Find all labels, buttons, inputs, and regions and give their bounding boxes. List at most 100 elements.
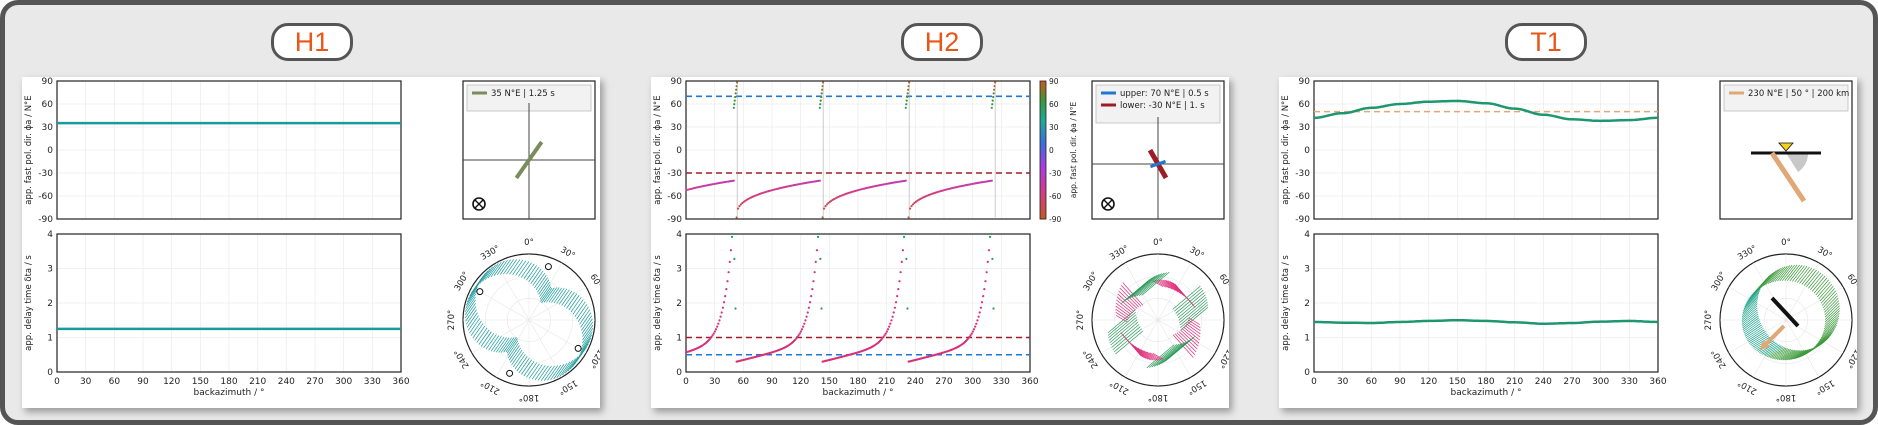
delay-time-point <box>990 232 993 236</box>
top-y-tick-label: 90 <box>42 77 54 87</box>
fast-direction-point <box>732 106 735 109</box>
delay-time-point <box>977 315 980 318</box>
fast-direction-point <box>992 92 995 95</box>
delay-time-point <box>816 235 820 238</box>
x-tick-label: 0 <box>54 377 60 387</box>
bottom-y-tick-label: 2 <box>47 299 53 309</box>
polar-tick-label: 240° <box>1710 347 1729 370</box>
polar-tick-label: 300° <box>453 270 472 293</box>
fast-direction-point <box>905 99 908 102</box>
x-tick-label: 60 <box>109 377 121 387</box>
delay-time-point <box>987 249 991 252</box>
fast-direction-point <box>821 85 824 88</box>
panel-title-h1: H1 <box>271 23 353 61</box>
bottom-y-tick-label: 1 <box>676 334 682 344</box>
delay-time-point <box>805 315 808 318</box>
x-tick-label: 30 <box>80 377 92 387</box>
fast-direction-point <box>734 95 737 99</box>
fast-direction-point <box>819 99 822 102</box>
polar-tick-label: 150° <box>556 377 579 396</box>
delay-time-point <box>725 288 728 291</box>
delay-time-point <box>901 249 905 252</box>
fast-direction-point <box>819 103 822 106</box>
x-tick-label: 270 <box>1563 377 1580 387</box>
top-y-axis-label: app. fast pol. dir. ϕa / N°E <box>24 95 34 204</box>
fast-direction-point <box>736 207 740 210</box>
fast-direction-point <box>990 179 993 182</box>
polar-tick-label: 300° <box>1082 270 1101 293</box>
top-y-tick-label: 90 <box>671 77 683 87</box>
fast-direction-point <box>907 85 910 88</box>
delay-time-point <box>799 330 802 333</box>
delay-time-point <box>808 301 812 304</box>
delay-time-point <box>978 311 981 314</box>
delay-time-point <box>798 332 801 335</box>
delay-time-point <box>892 311 895 314</box>
delay-time-point <box>726 280 729 283</box>
polar-null-marker <box>476 288 484 296</box>
bottom-y-tick-label: 0 <box>1304 368 1310 378</box>
delay-time-point <box>732 232 735 236</box>
polar-tick-label: 30° <box>1815 245 1833 261</box>
top-y-tick-label: -30 <box>667 169 682 179</box>
polar-tick-label: 60° <box>1217 272 1229 290</box>
delay-time-point <box>818 232 821 236</box>
bottom-y-tick-label: 3 <box>47 265 53 275</box>
delay-time-point <box>971 330 974 333</box>
top-y-tick-label: 30 <box>42 123 54 133</box>
polar-tick-label: 120° <box>1843 347 1857 370</box>
bottom-y-axis-label: app. delay time δta / s <box>24 255 34 351</box>
polar-tick-label: 210° <box>479 377 502 396</box>
x-tick-label: 150 <box>1449 377 1466 387</box>
polar-tick-label: 240° <box>453 347 472 370</box>
delay-time-point <box>893 306 896 309</box>
bottom-y-tick-label: 4 <box>676 230 682 240</box>
delay-time-point <box>722 301 726 304</box>
delay-time-point <box>820 307 823 310</box>
delay-time-point <box>969 334 972 337</box>
fast-direction-point <box>820 92 823 95</box>
bottom-y-tick-label: 4 <box>47 230 53 240</box>
top-y-tick-label: 60 <box>42 100 54 110</box>
colorbar-tick-label: 0 <box>1049 146 1054 155</box>
delay-time-point <box>724 295 727 298</box>
bottom-y-tick-label: 3 <box>676 265 682 275</box>
delay-time-point <box>807 306 810 309</box>
top-y-tick-label: 0 <box>676 146 682 156</box>
panel-card-h1: -90 -60 -30 0 30 60 90 0 1 2 3 4 0 30 60 90 120 150 180 210… <box>22 77 611 408</box>
x-tick-label: 360 <box>392 377 409 387</box>
polar-tick-label: 330° <box>1108 244 1131 263</box>
delay-time-point <box>718 319 721 322</box>
delay-time-point <box>727 271 730 274</box>
fast-direction-point <box>907 216 910 219</box>
delay-time-point <box>886 328 890 331</box>
x-tick-label: 360 <box>1649 377 1666 387</box>
delay-time-point <box>970 332 973 335</box>
bottom-y-tick-label: 2 <box>676 299 682 309</box>
delay-time-point <box>897 288 900 291</box>
top-y-axis-label: app. fast pol. dir. ϕa / N°E <box>653 95 663 204</box>
top-y-tick-label: -90 <box>38 215 53 225</box>
x-tick-label: 90 <box>137 377 149 387</box>
delay-time-point <box>904 232 907 236</box>
delay-time-point <box>734 307 737 310</box>
delay-time-point <box>716 325 719 328</box>
legend-label: 35 N°E | 1.25 s <box>491 89 555 99</box>
panel-h1-chart: -90 -60 -30 0 30 60 90 0 1 2 3 4 0 30 60 90 120 150 180 210… <box>24 77 611 402</box>
delay-time-point <box>733 257 736 260</box>
x-tick-label: 270 <box>935 377 952 387</box>
legend-label: upper: 70 N°E | 0.5 s <box>1120 89 1209 99</box>
delay-time-point <box>711 334 714 337</box>
polar-null-marker <box>544 263 552 271</box>
colorbar-tick-label: -60 <box>1049 192 1061 201</box>
fast-direction-point <box>735 85 738 88</box>
x-tick-label: 60 <box>1366 377 1378 387</box>
delay-time-point <box>905 257 908 260</box>
polar-tick-label: 60° <box>1845 272 1857 290</box>
x-tick-label: 360 <box>1021 377 1038 387</box>
bottom-y-tick-label: 0 <box>676 368 682 378</box>
polar-tick-label: 210° <box>1736 377 1759 396</box>
fast-direction-point <box>904 179 907 182</box>
fast-direction-point <box>991 99 994 102</box>
delay-time-point <box>891 315 894 318</box>
